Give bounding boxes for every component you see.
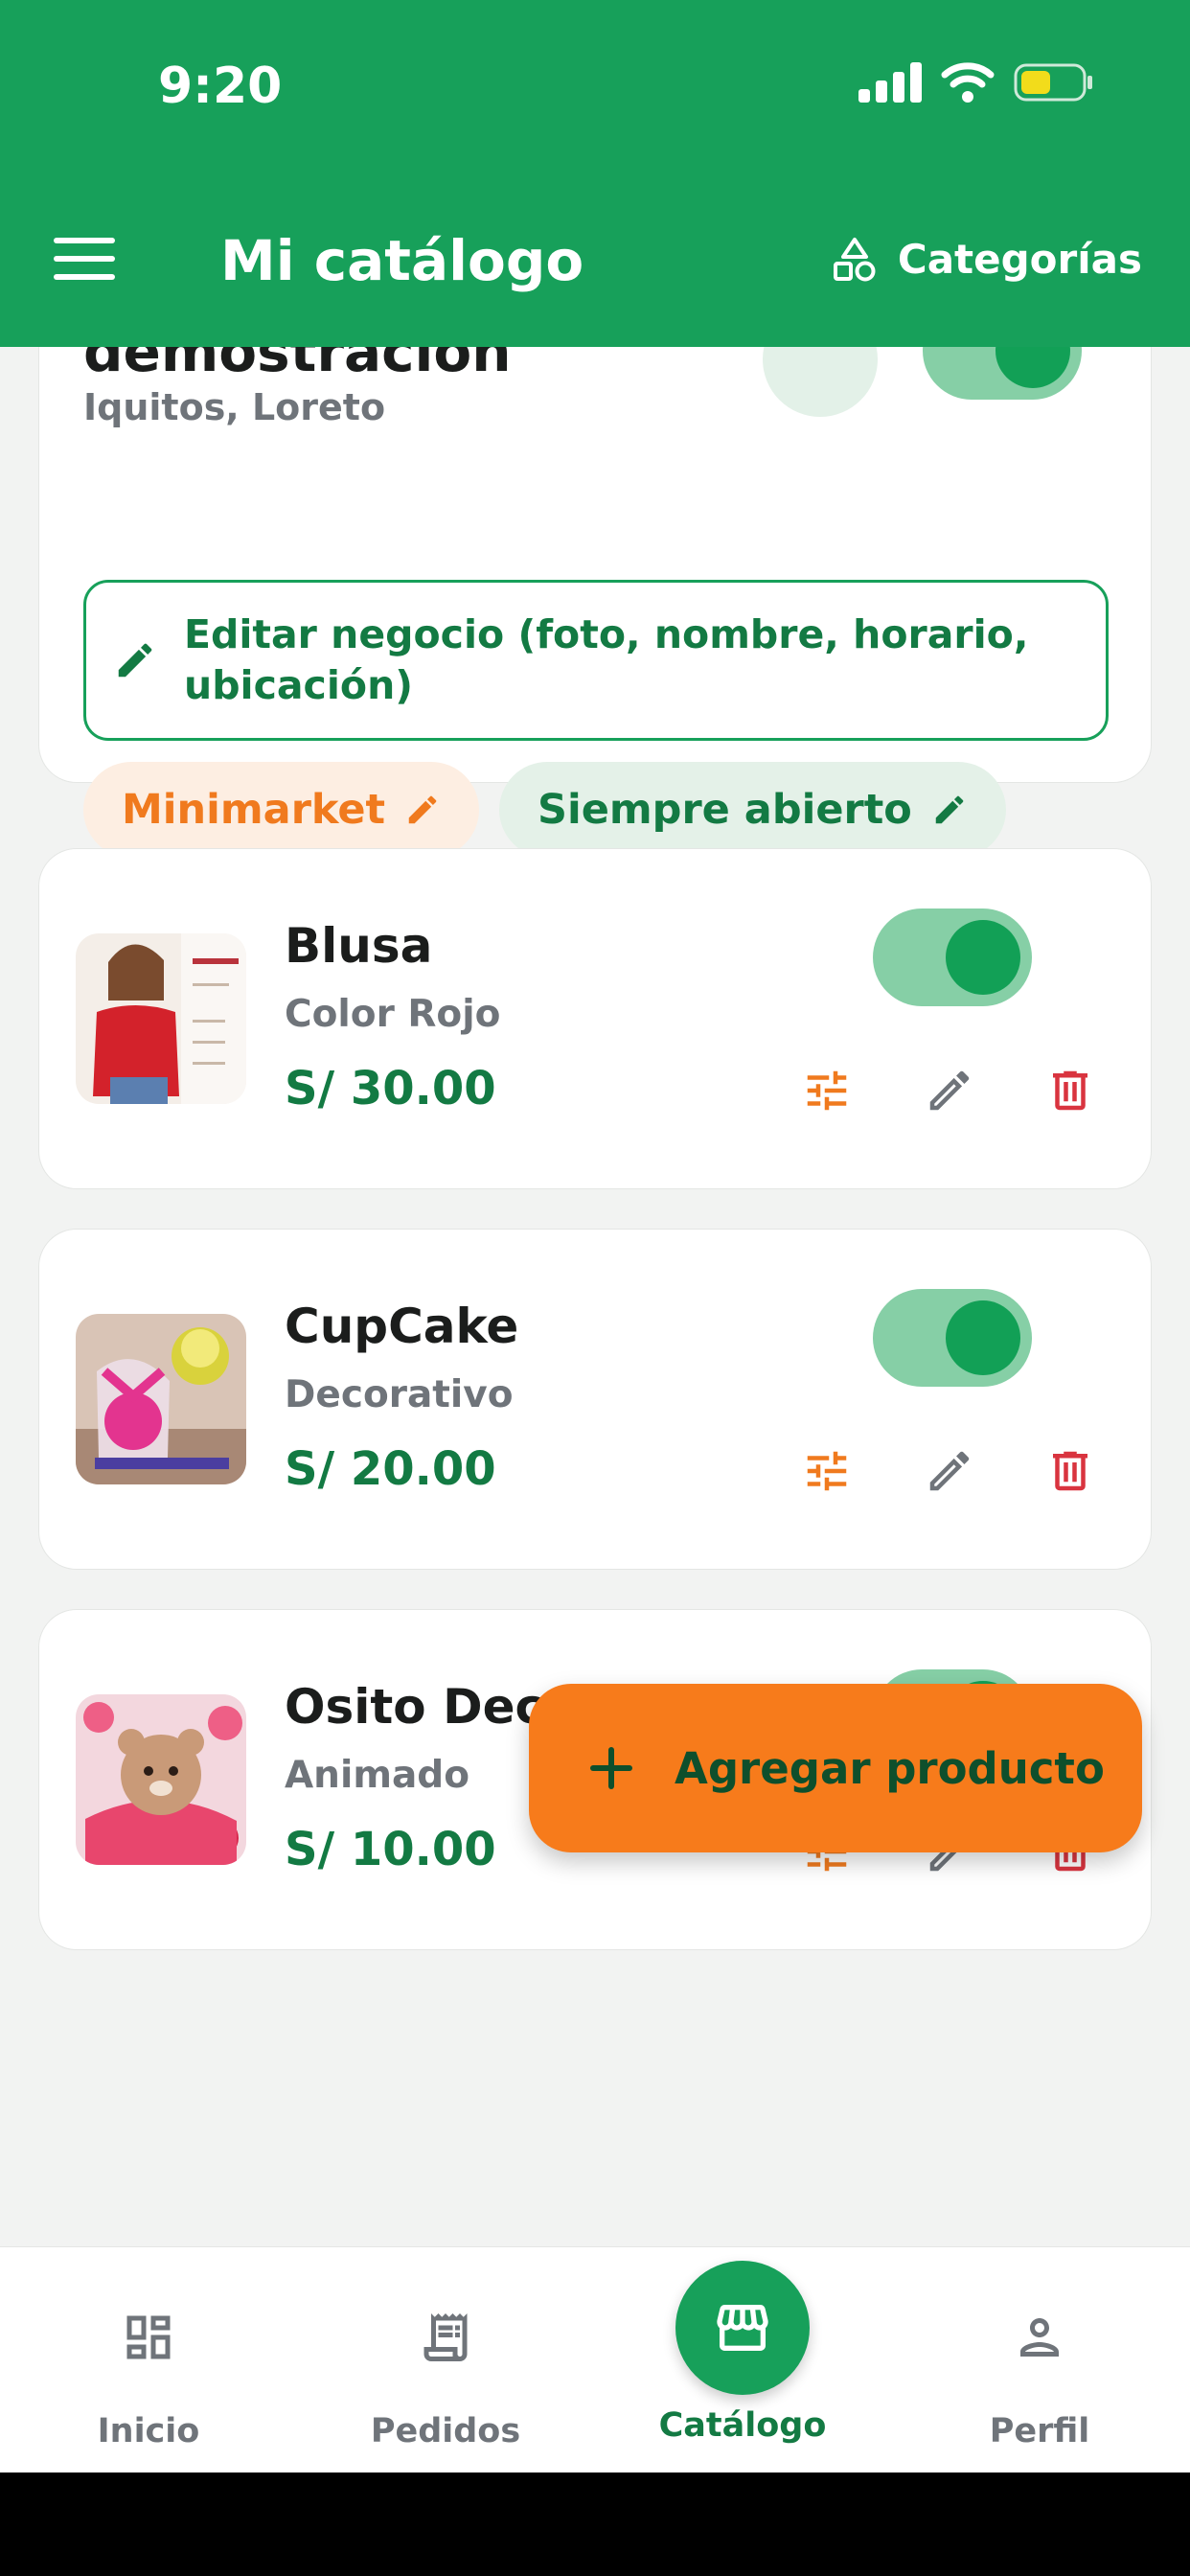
- battery-icon: [1014, 63, 1092, 102]
- system-bottom-bar: [0, 2472, 1190, 2576]
- nav-label: Inicio: [97, 2412, 200, 2450]
- dashboard-icon: [126, 2315, 171, 2359]
- delete-icon[interactable]: [1041, 1442, 1099, 1500]
- status-time: 9:20: [158, 58, 283, 115]
- plus-icon: [590, 1747, 632, 1789]
- delete-icon[interactable]: [1041, 1062, 1099, 1119]
- pencil-icon: [408, 795, 437, 824]
- storefront-icon: [717, 2305, 768, 2351]
- product-image: [76, 1314, 246, 1484]
- status-icons: [858, 61, 1094, 104]
- product-description: Color Rojo: [285, 993, 501, 1036]
- nav-item-pedidos[interactable]: Pedidos: [297, 2247, 594, 2473]
- nav-label: Perfil: [989, 2412, 1090, 2450]
- product-price: S/ 20.00: [285, 1442, 496, 1496]
- product-name: CupCake: [285, 1299, 519, 1354]
- product-active-toggle[interactable]: [873, 1289, 1032, 1387]
- edit-icon[interactable]: [921, 1062, 978, 1119]
- pencil-icon: [935, 795, 964, 824]
- business-open-toggle[interactable]: [923, 347, 1082, 400]
- edit-business-button[interactable]: Editar negocio (foto, nombre, horario, u…: [83, 580, 1109, 741]
- receipt-icon: [423, 2313, 468, 2361]
- product-card[interactable]: Blusa Color Rojo S/ 30.00: [38, 848, 1152, 1189]
- product-price: S/ 30.00: [285, 1062, 496, 1116]
- business-category-chip[interactable]: Minimarket: [83, 762, 480, 858]
- options-icon[interactable]: [798, 1442, 856, 1500]
- person-icon: [1020, 2318, 1059, 2357]
- pencil-icon: [118, 643, 152, 678]
- options-icon[interactable]: [798, 1062, 856, 1119]
- product-price: S/ 10.00: [285, 1823, 496, 1876]
- menu-icon[interactable]: [54, 238, 115, 288]
- nav-item-inicio[interactable]: Inicio: [0, 2247, 297, 2473]
- business-location: Iquitos, Loreto: [83, 386, 386, 428]
- catalog-content[interactable]: demostración Iquitos, Loreto Editar nego…: [0, 347, 1190, 2246]
- product-active-toggle[interactable]: [873, 908, 1032, 1006]
- business-name: demostración: [83, 347, 512, 384]
- nav-item-catalogo[interactable]: Catálogo: [594, 2247, 891, 2473]
- business-hours-chip[interactable]: Siempre abierto: [499, 762, 1006, 858]
- add-product-button[interactable]: Agregar producto: [529, 1684, 1142, 1852]
- product-name: Blusa: [285, 918, 433, 974]
- hours-chip-label: Siempre abierto: [538, 786, 912, 834]
- product-card[interactable]: CupCake Decorativo S/ 20.00: [38, 1229, 1152, 1570]
- categories-label: Categorías: [897, 236, 1142, 283]
- nav-active-indicator: [675, 2261, 810, 2395]
- category-shapes-icon: [833, 237, 876, 281]
- product-description: Decorativo: [285, 1373, 514, 1416]
- signal-icon: [858, 62, 922, 103]
- nav-item-perfil[interactable]: Perfil: [891, 2247, 1188, 2473]
- page-title: Mi catálogo: [220, 228, 584, 293]
- edit-icon[interactable]: [921, 1442, 978, 1500]
- business-card: demostración Iquitos, Loreto Editar nego…: [38, 347, 1152, 858]
- bottom-nav: Inicio Pedidos Catálogo Perfil: [0, 2246, 1190, 2472]
- app-header: 9:20 Mi catálogo Categorías: [0, 0, 1190, 347]
- nav-label: Pedidos: [370, 2412, 521, 2450]
- product-image: [76, 1694, 246, 1865]
- nav-label: Catálogo: [658, 2406, 827, 2445]
- product-description: Animado: [285, 1754, 469, 1797]
- business-quick-edit-button[interactable]: [763, 347, 878, 417]
- categories-button[interactable]: Categorías: [833, 236, 1142, 283]
- product-image: [76, 933, 246, 1104]
- edit-business-label: Editar negocio (foto, nombre, horario, u…: [184, 610, 1029, 708]
- category-chip-label: Minimarket: [122, 786, 386, 834]
- add-product-label: Agregar producto: [675, 1742, 1105, 1794]
- wifi-icon: [941, 62, 995, 103]
